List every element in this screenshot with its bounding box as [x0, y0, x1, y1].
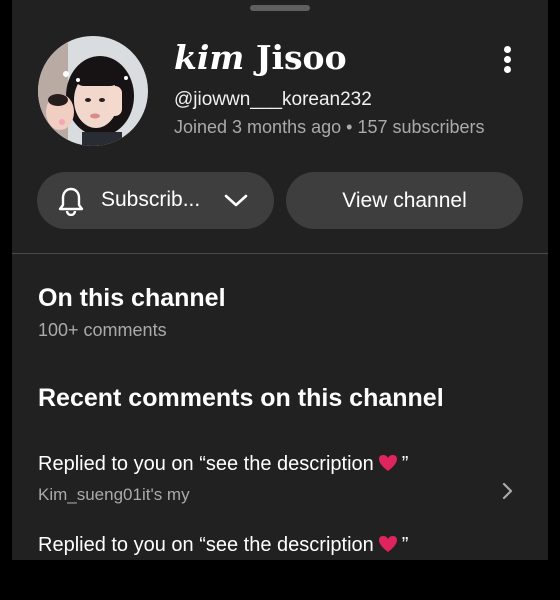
channel-title: kim Jisoo	[174, 38, 347, 77]
channel-avatar[interactable]	[38, 36, 148, 146]
divider	[12, 253, 548, 254]
subscribe-label: Subscrib...	[101, 188, 201, 211]
subscribe-button[interactable]: Subscrib...	[37, 172, 274, 229]
comment-row-text: Replied to you on “see the description	[38, 453, 374, 475]
drag-handle[interactable]	[250, 5, 310, 11]
subscriber-count: 157 subscribers	[357, 117, 485, 137]
more-vert-icon[interactable]	[496, 44, 520, 76]
bell-icon	[57, 186, 85, 222]
comment-row[interactable]: Replied to you on “see the description” …	[12, 453, 548, 519]
joined-date: Joined 3 months ago	[174, 117, 342, 137]
channel-title-main: Jisoo	[255, 38, 347, 77]
channel-meta: Joined 3 months ago • 157 subscribers	[174, 117, 485, 138]
chevron-down-icon	[223, 190, 249, 216]
view-channel-label: View channel	[342, 188, 467, 212]
chevron-right-icon	[500, 481, 514, 506]
section-title: On this channel	[38, 284, 226, 312]
channel-title-prefix: kim	[174, 38, 245, 77]
comment-row-quote: ”	[401, 534, 409, 556]
channel-sheet: kim Jisoo @jiowwn___korean232 Joined 3 m…	[12, 0, 548, 560]
comment-count: 100+ comments	[38, 320, 167, 340]
heart-icon	[378, 536, 397, 552]
comment-row-title: Replied to you on “see the description ”	[38, 534, 408, 557]
comment-row-quote: ”	[401, 453, 409, 475]
channel-handle: @jiowwn___korean232	[174, 89, 372, 110]
view-channel-button[interactable]: View channel	[286, 172, 523, 229]
comment-row-subtitle: Kim_sueng01it's my	[38, 485, 190, 504]
comment-row-text: Replied to you on “see the description	[38, 534, 374, 556]
comment-row[interactable]: Replied to you on “see the description ”	[12, 534, 548, 600]
comment-row-title: Replied to you on “see the description ”	[38, 453, 408, 476]
heart-icon	[378, 455, 397, 471]
recent-comments-title: Recent comments on this channel	[38, 384, 444, 412]
meta-separator: •	[346, 117, 353, 137]
